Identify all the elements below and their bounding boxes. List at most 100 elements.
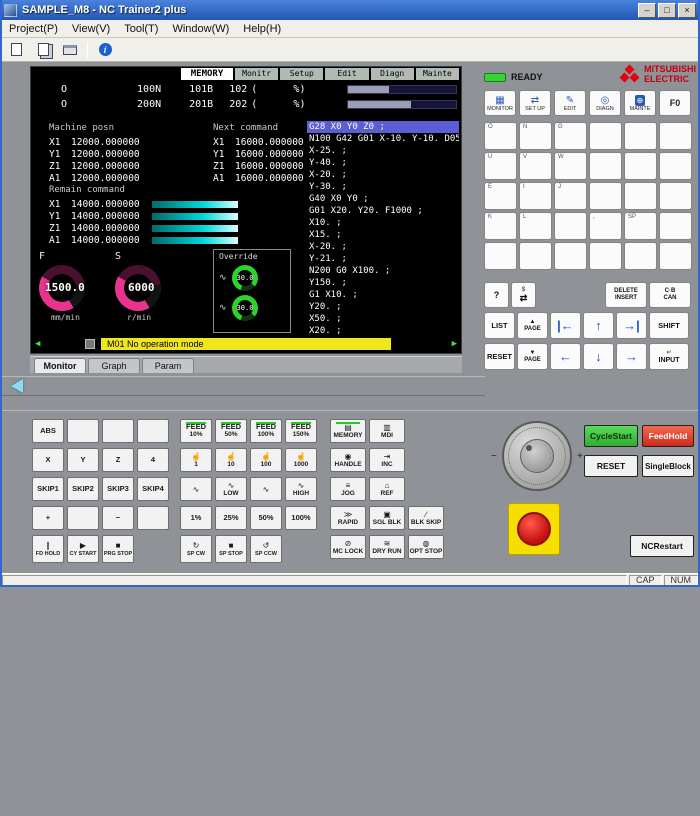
cursor-down-key[interactable]: ↓ [583, 343, 614, 370]
menu-project[interactable]: Project(P) [2, 21, 65, 37]
keypad-key[interactable]: , − [589, 212, 622, 240]
input-key[interactable]: ↵ INPUT [649, 343, 689, 370]
fn-diagn-key[interactable]: ◎ DIAGN [589, 90, 621, 116]
keypad-key[interactable]: E F [484, 182, 517, 210]
keypad-key[interactable]: T [554, 242, 587, 270]
list-key[interactable]: LIST [484, 312, 515, 339]
spindle-stop-key[interactable]: ■ SP STOP [215, 535, 247, 563]
op-key[interactable] [137, 506, 169, 530]
menu-view[interactable]: View(V) [65, 21, 117, 37]
handle-x100-key[interactable]: ☝ 100 [250, 448, 282, 472]
mode-inc-key[interactable]: ⇥ INC [369, 448, 405, 472]
axis-z-key[interactable]: Z [102, 448, 134, 472]
keypad-key[interactable]: 4 [589, 152, 622, 180]
reset-button[interactable]: RESET [584, 455, 638, 477]
page-up-key[interactable]: ▲ PAGE [517, 312, 548, 339]
reset-key[interactable]: RESET [484, 343, 515, 370]
mode-rapid-key[interactable]: ≫ RAPID [330, 506, 366, 530]
keypad-key[interactable]: R [554, 212, 587, 240]
new-project-button[interactable] [6, 41, 26, 59]
opt-stop-key[interactable]: ◍ OPT STOP [408, 535, 444, 559]
keypad-key[interactable]: O A [484, 122, 517, 150]
mode-memory-key[interactable]: ▤ MEMORY [330, 419, 366, 443]
keypad-key[interactable]: G C [554, 122, 587, 150]
keypad-key[interactable]: W Z [554, 152, 587, 180]
rapid-override-25-key[interactable]: 25% [215, 506, 247, 530]
feed-hold-button[interactable]: FeedHold [642, 425, 694, 447]
menu-tool[interactable]: Tool(T) [117, 21, 165, 37]
keypad-key[interactable]: I D [519, 182, 552, 210]
spindle-ccw-key[interactable]: ↺ SP CCW [250, 535, 282, 563]
delete-insert-key[interactable]: DELETE INSERT [605, 282, 647, 308]
keypad-key[interactable]: J H [554, 182, 587, 210]
single-block-key[interactable]: ▣ SGL BLK [369, 506, 405, 530]
screen-tab-setup[interactable]: Setup [280, 68, 323, 80]
handle-x1000-key[interactable]: ☝ 1000 [285, 448, 317, 472]
rapid-override-100-key[interactable]: 100% [285, 506, 317, 530]
screen-tab-edit[interactable]: Edit [325, 68, 368, 80]
open-project-button[interactable] [33, 41, 53, 59]
fn-mainte-key[interactable]: ⊕ MAINTE [624, 90, 656, 116]
handle-x10-key[interactable]: ☝ 10 [215, 448, 247, 472]
keypad-key[interactable]: EOB [589, 242, 622, 270]
spindle-cw-key[interactable]: ↻ SP CW [180, 535, 212, 563]
shift-key[interactable]: SHIFT [649, 312, 689, 339]
keypad-key[interactable]: 8 [624, 122, 657, 150]
handle-x1-key[interactable]: ☝ 1 [180, 448, 212, 472]
cursor-right-key[interactable]: → [616, 343, 647, 370]
machine-lock-key[interactable]: ⊘ MC LOCK [330, 535, 366, 559]
maximize-button[interactable]: □ [658, 3, 676, 18]
keypad-key[interactable]: N B [519, 122, 552, 150]
cb-cancel-key[interactable]: C·B CAN [649, 282, 691, 308]
axis-y-key[interactable]: Y [67, 448, 99, 472]
op-key[interactable] [67, 419, 99, 443]
tab-left-key[interactable]: |← [550, 312, 581, 339]
skip3-key[interactable]: SKIP3 [102, 477, 134, 501]
screen-tab-monitr[interactable]: Monitr [235, 68, 278, 80]
keypad-key[interactable]: . [659, 212, 692, 240]
keypad-key[interactable]: V Y [519, 152, 552, 180]
rapid-override-1-key[interactable]: 1% [180, 506, 212, 530]
keypad-key[interactable]: 1 [589, 182, 622, 210]
cycle-start-key[interactable]: ▶ CY START [67, 535, 99, 563]
keypad-key[interactable]: S [519, 242, 552, 270]
keypad-key[interactable]: = [624, 242, 657, 270]
keypad-key[interactable]: M [484, 242, 517, 270]
keypad-key[interactable]: 7 [589, 122, 622, 150]
mode-mdi-key[interactable]: ▥ MDI [369, 419, 405, 443]
menu-help[interactable]: Help(H) [236, 21, 288, 37]
abs-key[interactable]: ABS [32, 419, 64, 443]
jog-plus-key[interactable]: + [32, 506, 64, 530]
jog-minus-key[interactable]: − [102, 506, 134, 530]
fn-f0-key[interactable]: F0 [659, 90, 691, 116]
page-down-key[interactable]: ▼ PAGE [517, 343, 548, 370]
op-key[interactable] [102, 419, 134, 443]
op-key[interactable] [137, 419, 169, 443]
fn-setup-key[interactable]: ⇄ SET UP [519, 90, 551, 116]
window-change-key[interactable]: $ ⇄ [511, 282, 536, 308]
manual-fast-key[interactable]: ∿ [250, 477, 282, 501]
keypad-key[interactable]: / [659, 242, 692, 270]
skip4-key[interactable]: SKIP4 [137, 477, 169, 501]
minimize-button[interactable]: – [638, 3, 656, 18]
feed-override-100-key[interactable]: FEED 100% [250, 419, 282, 443]
manual-slow-key[interactable]: ∿ [180, 477, 212, 501]
dry-run-key[interactable]: ≋ DRY RUN [369, 535, 405, 559]
keypad-key[interactable]: U X [484, 152, 517, 180]
view-tab-param[interactable]: Param [142, 358, 194, 373]
cycle-start-button[interactable]: CycleStart [584, 425, 638, 447]
op-key[interactable] [67, 506, 99, 530]
view-tab-monitor[interactable]: Monitor [34, 358, 86, 373]
close-button[interactable]: × [678, 3, 696, 18]
keypad-key[interactable]: 9 [659, 122, 692, 150]
print-button[interactable] [60, 41, 80, 59]
fn-monitor-key[interactable]: ▦ MONITOR [484, 90, 516, 116]
fn-edit-key[interactable]: ✎ EDIT [554, 90, 586, 116]
keypad-key[interactable]: 5 [624, 152, 657, 180]
program-stop-key[interactable]: ■ PRG STOP [102, 535, 134, 563]
cursor-up-key[interactable]: ↑ [583, 312, 614, 339]
nc-restart-button[interactable]: NCRestart [630, 535, 694, 557]
axis-x-key[interactable]: X [32, 448, 64, 472]
single-block-button[interactable]: SingleBlock [642, 455, 694, 477]
feed-hold-key[interactable]: ∥ FD HOLD [32, 535, 64, 563]
